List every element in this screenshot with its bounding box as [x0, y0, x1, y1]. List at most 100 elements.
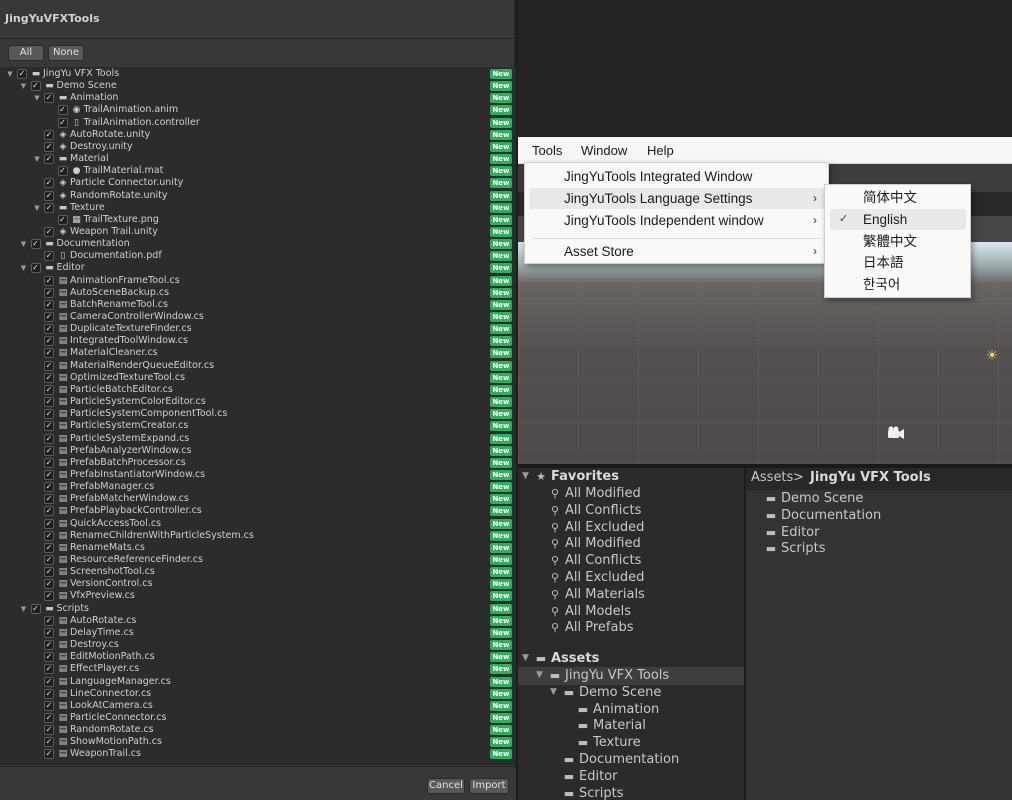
- tree-row[interactable]: ✓ ▤ PrefabAnalyzerWindow.cs New: [0, 445, 516, 457]
- select-all-button[interactable]: All: [8, 45, 44, 61]
- include-checkbox[interactable]: ✓: [44, 506, 54, 517]
- tree-row[interactable]: ✓ ▤ VfxPreview.cs New: [0, 590, 516, 602]
- include-checkbox[interactable]: ✓: [44, 324, 54, 335]
- include-checkbox[interactable]: ✓: [44, 482, 54, 493]
- language-option-traditional-chinese[interactable]: 繁體中文: [830, 231, 966, 252]
- favorite-search-item[interactable]: ⚲ All Modified: [548, 535, 641, 552]
- tree-row[interactable]: ✓ ● TrailMaterial.mat New: [0, 165, 516, 177]
- include-checkbox[interactable]: ✓: [44, 737, 54, 748]
- light-gizmo-icon[interactable]: ☀: [984, 348, 1000, 364]
- include-checkbox[interactable]: ✓: [44, 591, 54, 602]
- include-checkbox[interactable]: ✓: [44, 141, 54, 152]
- include-checkbox[interactable]: ✓: [44, 579, 54, 590]
- include-checkbox[interactable]: ✓: [44, 725, 54, 736]
- expand-arrow-icon[interactable]: ▼: [20, 605, 28, 613]
- menu-tools[interactable]: Tools: [532, 143, 562, 158]
- include-checkbox[interactable]: ✓: [44, 615, 54, 626]
- tree-row[interactable]: ✓ ▤ CameraControllerWindow.cs New: [0, 311, 516, 323]
- tree-row[interactable]: ✓ ◈ Particle Connector.unity New: [0, 177, 516, 189]
- expand-arrow-icon[interactable]: ▼: [522, 653, 529, 663]
- tree-row[interactable]: ✓ ◈ AutoRotate.unity New: [0, 129, 516, 141]
- content-folder-item[interactable]: ▬ Scripts: [764, 540, 826, 557]
- tree-row[interactable]: ▼ ✓ ▬ Animation New: [0, 92, 516, 104]
- favorite-search-item[interactable]: ⚲ All Conflicts: [548, 502, 641, 519]
- menu-item-asset-store[interactable]: Asset Store ›: [529, 241, 825, 262]
- tree-row[interactable]: ✓ ▤ ParticleConnector.cs New: [0, 712, 516, 724]
- tree-row[interactable]: ✓ ▤ MaterialCleaner.cs New: [0, 347, 516, 359]
- include-checkbox[interactable]: ✓: [44, 251, 54, 262]
- include-checkbox[interactable]: ✓: [44, 275, 54, 286]
- include-checkbox[interactable]: ✓: [57, 117, 68, 128]
- tree-row[interactable]: ✓ ▯ Documentation.pdf New: [0, 250, 516, 262]
- tree-row[interactable]: ✓ ▤ ParticleSystemCreator.cs New: [0, 420, 516, 432]
- expand-arrow-icon[interactable]: ▼: [20, 82, 28, 90]
- menu-item-independent-window[interactable]: JingYuTools Independent window ›: [529, 210, 825, 231]
- content-folder-item[interactable]: ▬ Editor: [764, 524, 820, 541]
- include-checkbox[interactable]: ✓: [57, 166, 68, 177]
- tree-row[interactable]: ✓ ▤ AnimationFrameTool.cs New: [0, 275, 516, 287]
- tree-row[interactable]: ✓ ▤ ParticleSystemColorEditor.cs New: [0, 396, 516, 408]
- tree-row[interactable]: ✓ ▤ LanguageManager.cs New: [0, 676, 516, 688]
- favorite-search-item[interactable]: ⚲ All Excluded: [548, 569, 644, 586]
- include-checkbox[interactable]: ✓: [44, 494, 54, 505]
- tree-row[interactable]: ✓ ▯ TrailAnimation.controller New: [0, 117, 516, 129]
- tree-row[interactable]: ✓ ▤ PrefabBatchProcessor.cs New: [0, 457, 516, 469]
- tree-row[interactable]: ✓ ▤ OptimizedTextureTool.cs New: [0, 372, 516, 384]
- language-option-korean[interactable]: 한국어: [830, 274, 966, 295]
- include-checkbox[interactable]: ✓: [44, 700, 54, 711]
- include-checkbox[interactable]: ✓: [44, 530, 54, 541]
- include-checkbox[interactable]: ✓: [44, 299, 54, 310]
- camera-gizmo-icon[interactable]: [886, 425, 906, 439]
- favorite-search-item[interactable]: ⚲ All Materials: [548, 586, 645, 603]
- include-checkbox[interactable]: ✓: [44, 433, 54, 444]
- include-checkbox[interactable]: ✓: [44, 457, 54, 468]
- menu-help[interactable]: Help: [647, 143, 674, 158]
- tree-row[interactable]: ✓ ▤ PrefabInstantiatorWindow.cs New: [0, 469, 516, 481]
- tree-row[interactable]: ✓ ▤ PrefabPlaybackController.cs New: [0, 505, 516, 517]
- include-checkbox[interactable]: ✓: [44, 555, 54, 565]
- tree-row[interactable]: ▼ ✓ ▬ Material New: [0, 153, 516, 165]
- include-checkbox[interactable]: ✓: [44, 676, 54, 687]
- tree-row[interactable]: ✓ ▤ AutoSceneBackup.cs New: [0, 287, 516, 299]
- include-checkbox[interactable]: ✓: [44, 190, 54, 201]
- asset-folder-item[interactable]: ▬ Demo Scene: [562, 684, 662, 701]
- tree-row[interactable]: ✓ ▤ EditMotionPath.cs New: [0, 651, 516, 663]
- include-checkbox[interactable]: ✓: [44, 469, 54, 480]
- include-checkbox[interactable]: ✓: [57, 105, 68, 116]
- include-checkbox[interactable]: ✓: [44, 567, 54, 578]
- include-checkbox[interactable]: ✓: [44, 409, 54, 420]
- cancel-button[interactable]: Cancel: [427, 778, 465, 794]
- include-checkbox[interactable]: ✓: [44, 348, 54, 359]
- include-checkbox[interactable]: ✓: [44, 287, 54, 298]
- tree-row[interactable]: ✓ ▤ AutoRotate.cs New: [0, 615, 516, 627]
- include-checkbox[interactable]: ✓: [44, 445, 54, 456]
- asset-folder-item[interactable]: ▬ JingYu VFX Tools: [548, 667, 669, 684]
- include-checkbox[interactable]: ✓: [30, 603, 41, 614]
- include-checkbox[interactable]: ✓: [44, 397, 54, 408]
- include-checkbox[interactable]: ✓: [44, 664, 54, 675]
- tree-row[interactable]: ✓ ▤ Destroy.cs New: [0, 639, 516, 651]
- expand-arrow-icon[interactable]: ▼: [33, 204, 41, 212]
- assets-header[interactable]: ▬ Assets: [534, 650, 600, 667]
- include-checkbox[interactable]: ✓: [44, 202, 54, 213]
- expand-arrow-icon[interactable]: ▼: [33, 155, 41, 163]
- include-checkbox[interactable]: ✓: [44, 93, 54, 104]
- include-checkbox[interactable]: ✓: [17, 69, 27, 79]
- asset-folder-item[interactable]: ▬ Material: [576, 717, 646, 734]
- tree-row[interactable]: ✓ ▤ ScreenshotTool.cs New: [0, 566, 516, 578]
- tree-row[interactable]: ✓ ▤ MaterialRenderQueueEditor.cs New: [0, 360, 516, 372]
- expand-arrow-icon[interactable]: ▼: [536, 670, 543, 680]
- include-checkbox[interactable]: ✓: [30, 263, 41, 274]
- tree-row[interactable]: ▼ ✓ ▬ Demo Scene New: [0, 80, 516, 92]
- include-checkbox[interactable]: ✓: [44, 178, 54, 189]
- tree-row[interactable]: ✓ ▤ VersionControl.cs New: [0, 578, 516, 590]
- import-button[interactable]: Import: [469, 778, 509, 794]
- favorite-search-item[interactable]: ⚲ All Conflicts: [548, 552, 641, 569]
- tree-row[interactable]: ✓ ▤ WeaponTrail.cs New: [0, 748, 516, 760]
- tree-row[interactable]: ▼ ✓ ▬ Scripts New: [0, 603, 516, 615]
- content-folder-item[interactable]: ▬ Documentation: [764, 507, 881, 524]
- include-checkbox[interactable]: ✓: [44, 712, 54, 723]
- asset-folder-item[interactable]: ▬ Editor: [562, 768, 618, 785]
- include-checkbox[interactable]: ✓: [44, 688, 54, 699]
- include-checkbox[interactable]: ✓: [44, 372, 54, 383]
